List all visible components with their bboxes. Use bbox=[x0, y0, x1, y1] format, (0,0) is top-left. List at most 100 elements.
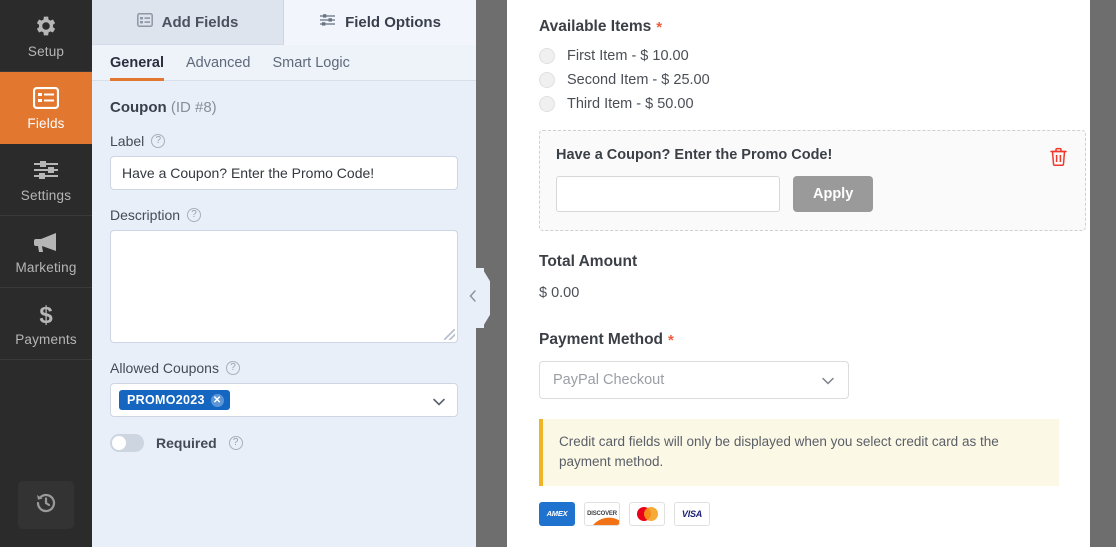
help-icon[interactable]: ? bbox=[229, 436, 243, 450]
coupon-row: Apply bbox=[556, 176, 1067, 212]
allowed-coupons-label-text: Allowed Coupons bbox=[110, 360, 219, 376]
sidebar-item-settings[interactable]: Settings bbox=[0, 144, 92, 216]
sidebar-label-settings: Settings bbox=[21, 188, 71, 203]
sidebar-item-setup[interactable]: Setup bbox=[0, 0, 92, 72]
label-field-label: Label ? bbox=[110, 133, 458, 149]
amex-card-icon: AMEX bbox=[539, 502, 575, 526]
right-gutter bbox=[1090, 0, 1116, 547]
item-label: Third Item - $ 50.00 bbox=[567, 96, 694, 112]
required-toggle[interactable] bbox=[110, 434, 144, 452]
item-label: Second Item - $ 25.00 bbox=[567, 72, 710, 88]
label-field-label-text: Label bbox=[110, 133, 144, 149]
total-amount-value: $ 0.00 bbox=[539, 285, 1086, 301]
tab-field-options-label: Field Options bbox=[345, 14, 441, 31]
subtab-general[interactable]: General bbox=[110, 55, 164, 81]
description-field-group: Description ? bbox=[110, 207, 458, 343]
allowed-coupons-select[interactable]: PROMO2023 ✕ bbox=[110, 383, 458, 417]
radio-icon[interactable] bbox=[539, 96, 555, 112]
field-options-icon bbox=[319, 13, 336, 31]
radio-icon[interactable] bbox=[539, 72, 555, 88]
chevron-down-icon bbox=[821, 375, 835, 391]
mastercard-card-icon bbox=[629, 502, 665, 526]
discover-card-label: DISCOVER bbox=[587, 511, 617, 517]
form-builder-app: Setup Fields bbox=[0, 0, 1116, 547]
toggle-knob bbox=[112, 436, 126, 450]
svg-text:$: $ bbox=[39, 302, 53, 327]
payment-method-selected-value: PayPal Checkout bbox=[553, 372, 664, 388]
label-field-group: Label ? Have a Coupon? Enter the Promo C… bbox=[110, 133, 458, 190]
list-item[interactable]: Second Item - $ 25.00 bbox=[539, 72, 1086, 88]
close-icon[interactable]: ✕ bbox=[211, 394, 224, 407]
add-fields-icon bbox=[137, 13, 153, 31]
label-input[interactable]: Have a Coupon? Enter the Promo Code! bbox=[110, 156, 458, 190]
sidebar-item-fields[interactable]: Fields bbox=[0, 72, 92, 144]
description-field-label: Description ? bbox=[110, 207, 458, 223]
form-preview: Available Items * First Item - $ 10.00 S… bbox=[507, 0, 1116, 547]
tab-field-options[interactable]: Field Options bbox=[284, 0, 476, 45]
available-items-title: Available Items * bbox=[539, 18, 1086, 36]
coupon-chip[interactable]: PROMO2023 ✕ bbox=[119, 390, 230, 410]
radio-icon[interactable] bbox=[539, 48, 555, 64]
trash-icon[interactable] bbox=[1050, 147, 1067, 171]
discover-card-icon: DISCOVER bbox=[584, 502, 620, 526]
sliders-icon bbox=[32, 156, 60, 184]
help-icon[interactable]: ? bbox=[226, 361, 240, 375]
total-amount-title: Total Amount bbox=[539, 253, 1086, 271]
coupon-field-preview[interactable]: Have a Coupon? Enter the Promo Code! App… bbox=[539, 130, 1086, 231]
dollar-sign-icon: $ bbox=[35, 300, 57, 328]
list-item[interactable]: First Item - $ 10.00 bbox=[539, 48, 1086, 64]
gear-icon bbox=[33, 12, 59, 40]
sidebar-label-marketing: Marketing bbox=[15, 260, 76, 275]
sidebar-label-payments: Payments bbox=[15, 332, 77, 347]
field-options-panel: Add Fields Field Options bbox=[92, 0, 476, 547]
item-label: First Item - $ 10.00 bbox=[567, 48, 689, 64]
sidebar-item-marketing[interactable]: Marketing bbox=[0, 216, 92, 288]
panel-divider bbox=[476, 0, 507, 547]
chevron-left-icon bbox=[468, 289, 478, 308]
required-asterisk: * bbox=[656, 19, 662, 36]
form-fields-icon bbox=[33, 84, 59, 112]
collapse-panel-button[interactable] bbox=[462, 268, 484, 328]
payment-method-title: Payment Method * bbox=[539, 331, 1086, 349]
coupon-heading: Have a Coupon? Enter the Promo Code! bbox=[556, 147, 1067, 163]
subtab-smart-logic[interactable]: Smart Logic bbox=[273, 55, 350, 81]
available-items-title-text: Available Items bbox=[539, 18, 651, 36]
required-toggle-label: Required bbox=[156, 435, 217, 451]
description-field-label-text: Description bbox=[110, 207, 180, 223]
field-title: Coupon (ID #8) bbox=[110, 99, 458, 116]
required-toggle-row: Required ? bbox=[110, 434, 458, 452]
tab-add-fields-label: Add Fields bbox=[162, 14, 239, 31]
accepted-cards: AMEX DISCOVER VISA bbox=[539, 502, 1086, 526]
sidebar-spacer bbox=[0, 360, 92, 481]
payment-method-title-text: Payment Method bbox=[539, 331, 663, 349]
sidebar-label-fields: Fields bbox=[27, 116, 64, 131]
sidebar-label-setup: Setup bbox=[28, 44, 64, 59]
help-icon[interactable]: ? bbox=[187, 208, 201, 222]
required-asterisk: * bbox=[668, 332, 674, 349]
megaphone-icon bbox=[32, 228, 60, 256]
description-textarea[interactable] bbox=[110, 230, 458, 343]
resize-grip-icon[interactable] bbox=[444, 329, 455, 340]
panel-body: Coupon (ID #8) Label ? Have a Coupon? En… bbox=[92, 81, 476, 547]
field-title-id: (ID #8) bbox=[171, 99, 217, 116]
chevron-down-icon[interactable] bbox=[432, 395, 446, 413]
apply-coupon-button[interactable]: Apply bbox=[793, 176, 873, 212]
coupon-code-input[interactable] bbox=[556, 176, 780, 212]
history-clock-icon bbox=[34, 491, 58, 520]
main-sidebar: Setup Fields bbox=[0, 0, 92, 547]
help-icon[interactable]: ? bbox=[151, 134, 165, 148]
coupon-chip-label: PROMO2023 bbox=[127, 393, 205, 407]
panel-tabbar: Add Fields Field Options bbox=[92, 0, 476, 45]
payment-method-select[interactable]: PayPal Checkout bbox=[539, 361, 849, 399]
amex-card-label: AMEX bbox=[547, 509, 568, 518]
visa-card-label: VISA bbox=[682, 509, 702, 519]
sidebar-item-payments[interactable]: $ Payments bbox=[0, 288, 92, 360]
tab-add-fields[interactable]: Add Fields bbox=[92, 0, 284, 45]
revisions-history-button[interactable] bbox=[18, 481, 74, 529]
visa-card-icon: VISA bbox=[674, 502, 710, 526]
field-title-name: Coupon bbox=[110, 99, 167, 116]
subtab-advanced[interactable]: Advanced bbox=[186, 55, 251, 81]
allowed-coupons-label: Allowed Coupons ? bbox=[110, 360, 458, 376]
list-item[interactable]: Third Item - $ 50.00 bbox=[539, 96, 1086, 112]
mastercard-circle-orange bbox=[644, 507, 658, 521]
